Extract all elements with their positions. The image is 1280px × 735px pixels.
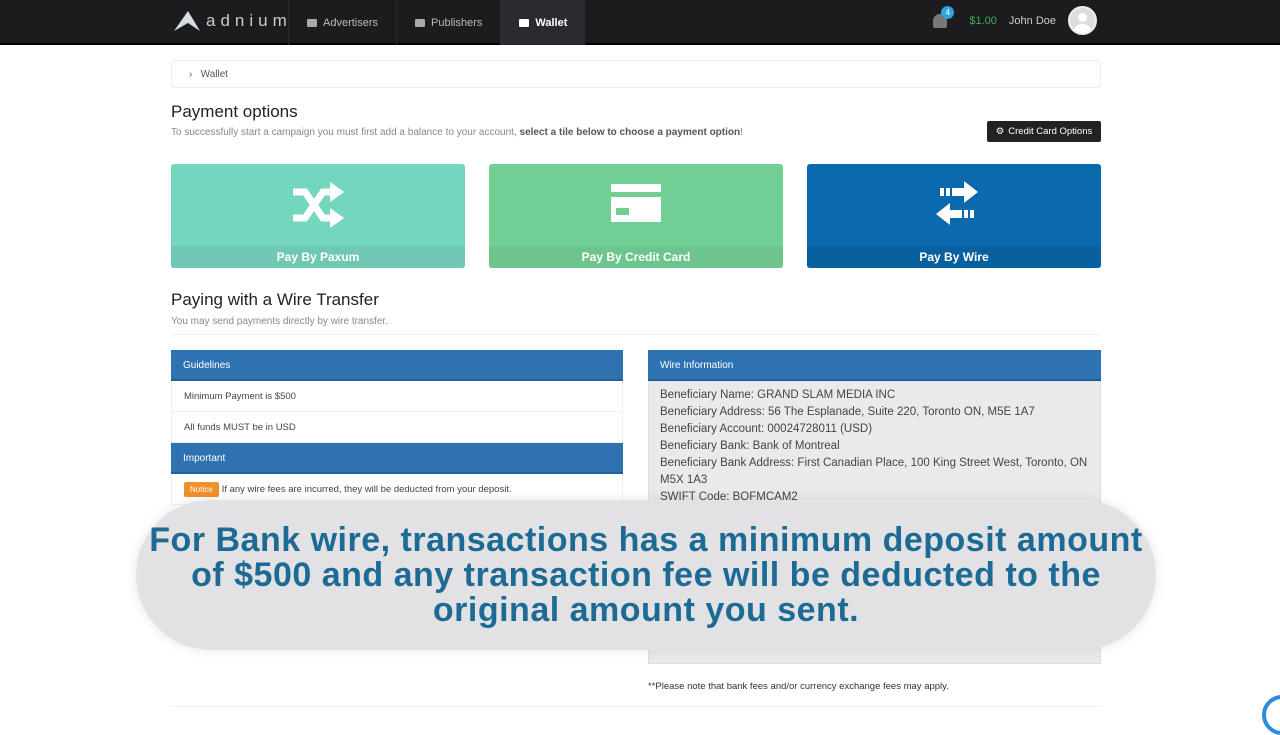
wire-info-line: Beneficiary Account: 00024728011 (USD) bbox=[660, 423, 873, 435]
nav-advertisers[interactable]: Advertisers bbox=[288, 0, 396, 45]
avatar[interactable] bbox=[1068, 6, 1097, 35]
notice-badge: Notice bbox=[184, 482, 219, 497]
user-name[interactable]: John Doe bbox=[1009, 15, 1056, 27]
chat-widget-button[interactable] bbox=[1262, 695, 1280, 735]
shuffle-icon bbox=[293, 182, 344, 228]
breadcrumb: › Wallet bbox=[171, 60, 1101, 88]
tile-pay-by-paxum[interactable]: Pay By Paxum bbox=[171, 164, 465, 268]
balance[interactable]: $1.00 bbox=[969, 15, 997, 27]
fees-note: **Please note that bank fees and/or curr… bbox=[648, 681, 949, 692]
guideline-item: All funds MUST be in USD bbox=[171, 412, 623, 443]
exchange-icon bbox=[936, 181, 978, 225]
divider bbox=[171, 334, 1101, 335]
id-card-icon bbox=[307, 18, 317, 27]
nav-label: Wallet bbox=[535, 16, 568, 29]
credit-card-options-button[interactable]: ⚙ Credit Card Options bbox=[987, 121, 1101, 142]
wire-info-header: Wire Information bbox=[648, 350, 1101, 381]
breadcrumb-wallet[interactable]: Wallet bbox=[201, 69, 228, 80]
important-header: Important bbox=[171, 443, 623, 474]
top-navbar: adnium Advertisers Publishers Wallet 4 $… bbox=[0, 0, 1280, 45]
credit-card-icon bbox=[611, 184, 661, 222]
caption-text: For Bank wire, transactions has a minimu… bbox=[149, 520, 1143, 629]
button-label: Credit Card Options bbox=[1008, 126, 1093, 137]
nav-label: Publishers bbox=[431, 16, 483, 29]
notice-text: If any wire fees are incurred, they will… bbox=[221, 484, 512, 495]
bell-icon[interactable]: 4 bbox=[933, 5, 955, 28]
nav-wallet[interactable]: Wallet bbox=[500, 0, 586, 45]
payment-subtitle: To successfully start a campaign you mus… bbox=[171, 127, 743, 138]
nav-publishers[interactable]: Publishers bbox=[396, 0, 500, 45]
logo-text: adnium bbox=[206, 11, 292, 30]
wire-info-line: Beneficiary Bank: Bank of Montreal bbox=[660, 440, 840, 452]
logo-icon bbox=[174, 11, 200, 31]
wire-info-line: Beneficiary Address: 56 The Esplanade, S… bbox=[660, 406, 1035, 418]
guideline-item: Minimum Payment is $500 bbox=[171, 381, 623, 412]
gears-icon: ⚙ bbox=[995, 126, 1005, 137]
divider bbox=[171, 706, 1101, 707]
subtitle-text: To successfully start a campaign you mus… bbox=[171, 127, 520, 138]
wire-info-line: Beneficiary Name: GRAND SLAM MEDIA INC bbox=[660, 389, 896, 401]
tile-pay-by-credit-card[interactable]: Pay By Credit Card bbox=[489, 164, 783, 268]
logo[interactable]: adnium bbox=[172, 9, 292, 33]
tile-label: Pay By Credit Card bbox=[489, 246, 783, 268]
nav-label: Advertisers bbox=[323, 16, 379, 29]
subtitle-bold: select a tile below to choose a payment … bbox=[519, 127, 741, 138]
guidelines-header: Guidelines bbox=[171, 350, 623, 381]
caption-overlay: For Bank wire, transactions has a minimu… bbox=[136, 500, 1156, 650]
wire-info-line: Beneficiary Bank Address: First Canadian… bbox=[660, 457, 1088, 486]
briefcase-icon bbox=[415, 18, 426, 27]
page-title: Payment options bbox=[171, 102, 298, 121]
wallet-icon bbox=[519, 18, 530, 27]
subtitle-end: ! bbox=[740, 127, 743, 138]
tile-pay-by-wire[interactable]: Pay By Wire bbox=[807, 164, 1101, 268]
tile-label: Pay By Wire bbox=[807, 246, 1101, 268]
section-subtitle: You may send payments directly by wire t… bbox=[171, 316, 388, 327]
tile-label: Pay By Paxum bbox=[171, 246, 465, 268]
section-title: Paying with a Wire Transfer bbox=[171, 290, 379, 309]
notification-badge: 4 bbox=[941, 5, 955, 19]
